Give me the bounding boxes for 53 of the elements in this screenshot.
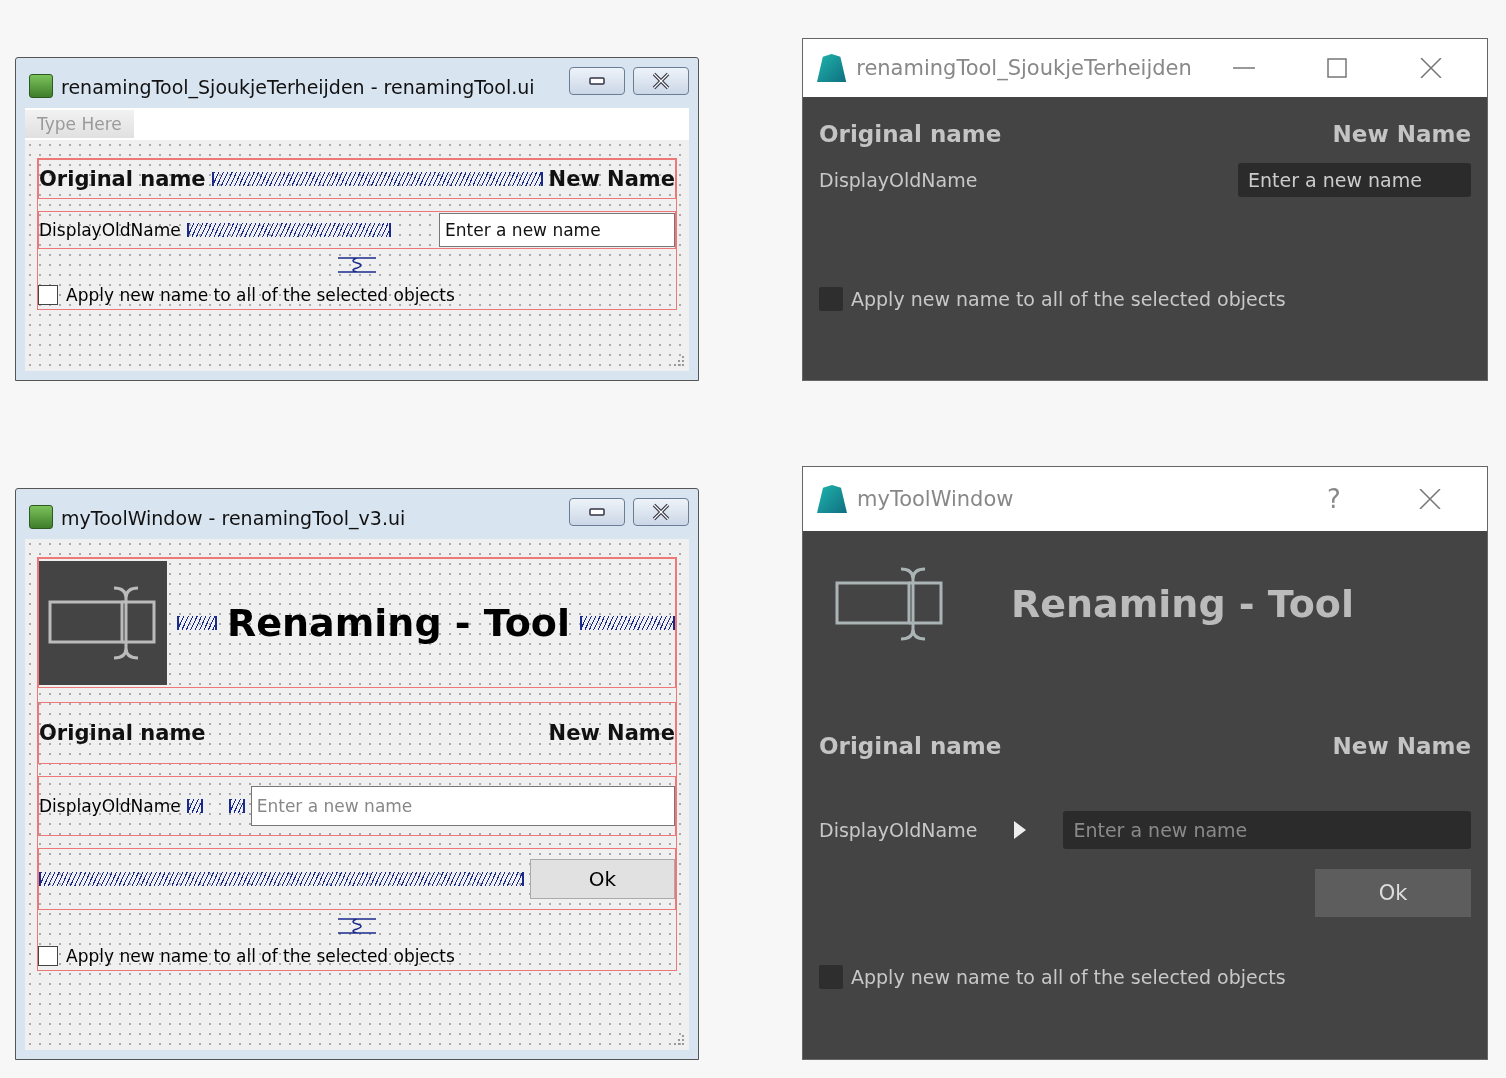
name-input-field[interactable]: Enter a new name — [1238, 163, 1471, 197]
app-icon — [817, 485, 847, 513]
text-cursor-box-icon — [48, 584, 158, 662]
window-title: renamingTool_SjoukjeTerheijden - renamingTool.ui — [61, 75, 536, 98]
checkbox-label: Apply new name to all of the selected objects — [66, 285, 455, 305]
name-input-field[interactable]: Enter a new name — [439, 213, 675, 247]
checkbox-label: Apply new name to all of the selected objects — [851, 966, 1286, 988]
checkbox-label: Apply new name to all of the selected objects — [851, 288, 1286, 310]
vertical-spacer-icon — [337, 257, 377, 273]
column-heading: Original name — [819, 121, 1002, 147]
ok-button[interactable]: Ok — [1315, 869, 1471, 917]
tool-title: Renaming - Tool — [1011, 582, 1354, 626]
vertical-spacer-icon — [337, 918, 377, 934]
app-icon — [29, 505, 53, 529]
close-icon — [1419, 58, 1444, 78]
column-heading: New Name — [548, 721, 675, 745]
arrow-icon[interactable] — [1013, 820, 1028, 840]
resize-grip-icon[interactable] — [671, 353, 685, 367]
text-cursor-box-icon — [835, 565, 945, 643]
help-button[interactable]: ? — [1291, 474, 1377, 524]
column-heading: Original name — [819, 733, 1002, 759]
name-label: DisplayOldName — [819, 819, 978, 841]
spacer-marker — [186, 799, 203, 813]
checkbox-label: Apply new name to all of the selected objects — [66, 946, 455, 966]
column-heading: New Name — [1332, 733, 1471, 759]
column-heading: New Name — [1332, 121, 1471, 147]
ok-button[interactable]: Ok — [530, 859, 675, 899]
name-label: DisplayOldName — [39, 796, 181, 816]
minimize-button[interactable] — [569, 498, 625, 526]
maximize-icon — [1325, 58, 1350, 78]
name-input-field[interactable]: Enter a new name — [1063, 811, 1471, 849]
spacer-marker — [177, 616, 217, 630]
tool-title: Renaming - Tool — [227, 601, 570, 645]
window-title: myToolWindow - renamingTool_v3.ui — [61, 506, 407, 529]
app-icon — [817, 54, 847, 82]
window-title: renamingTool_SjoukjeTerheijden — [856, 56, 1192, 80]
minimize-button[interactable] — [569, 67, 625, 95]
checkbox[interactable] — [38, 946, 58, 966]
column-heading: New Name — [548, 167, 675, 191]
close-button[interactable] — [633, 498, 689, 526]
checkbox[interactable] — [38, 285, 58, 305]
app-icon — [29, 74, 53, 98]
resize-grip-icon[interactable] — [671, 1032, 685, 1046]
minimize-icon — [1232, 67, 1255, 69]
close-icon — [1418, 489, 1442, 509]
window-title: myToolWindow — [857, 487, 1015, 511]
column-heading: Original name — [39, 167, 206, 191]
column-heading: Original name — [39, 721, 206, 745]
name-label: DisplayOldName — [819, 169, 978, 191]
close-button[interactable] — [633, 67, 689, 95]
name-label: DisplayOldName — [39, 220, 181, 240]
name-input-field[interactable]: Enter a new name — [250, 786, 675, 826]
spacer-marker — [228, 799, 245, 813]
